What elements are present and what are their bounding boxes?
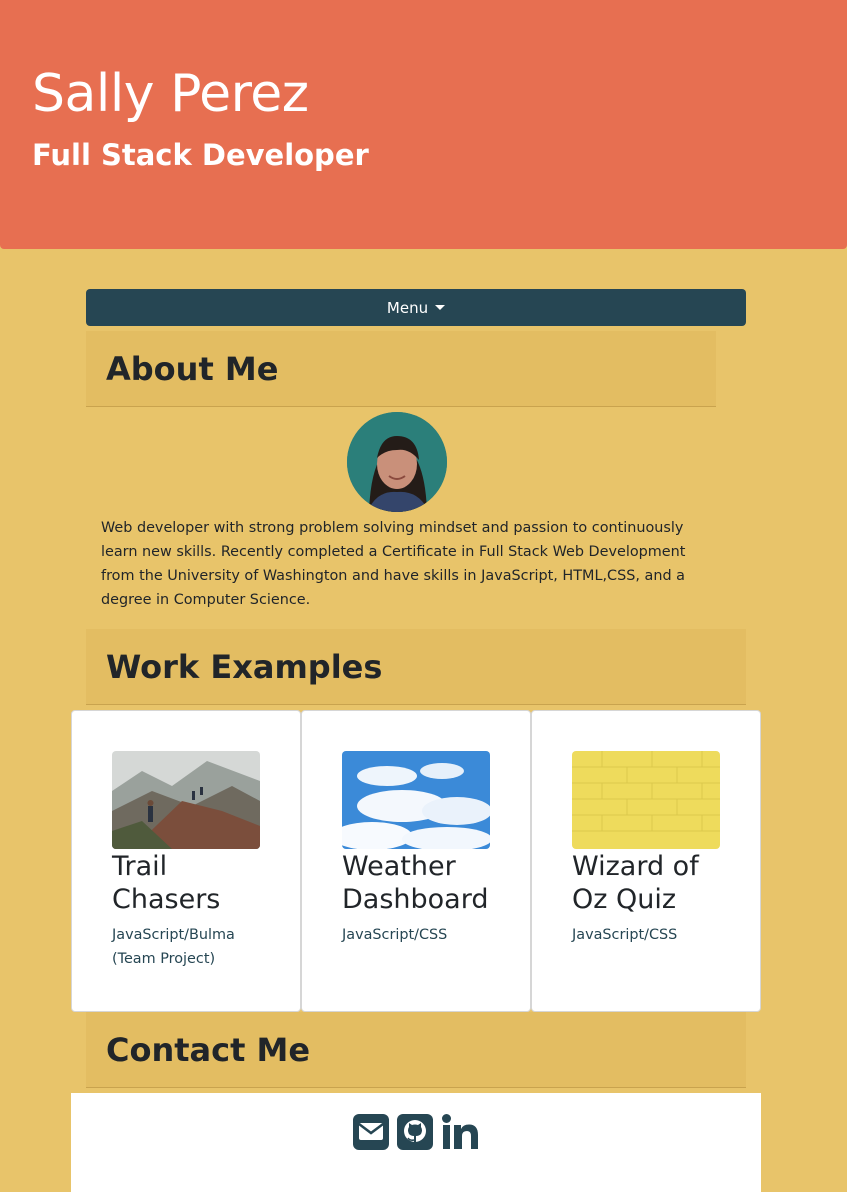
about-heading: About Me: [106, 349, 279, 388]
about-section-header: About Me: [86, 331, 716, 407]
github-icon[interactable]: [397, 1113, 433, 1151]
hero-header: Sally Perez Full Stack Developer: [0, 0, 847, 249]
contact-section-header: Contact Me: [86, 1012, 746, 1088]
work-section-header: Work Examples: [86, 629, 746, 705]
linkedin-icon[interactable]: [441, 1113, 479, 1151]
caret-down-icon: [435, 305, 446, 310]
avatar: [347, 412, 447, 512]
contact-heading: Contact Me: [106, 1030, 311, 1069]
hero-name: Sally Perez: [32, 64, 309, 124]
work-heading: Work Examples: [106, 647, 383, 686]
project-title: Weather Dashboard: [342, 851, 489, 915]
project-image-weather-dashboard: [342, 751, 490, 849]
about-bio: Web developer with strong problem solvin…: [101, 520, 686, 608]
menu-dropdown-button[interactable]: Menu: [86, 289, 746, 326]
project-card-weather-dashboard[interactable]: Weather Dashboard JavaScript/CSS: [301, 710, 531, 1012]
project-image-wizard-of-oz-quiz: [572, 751, 720, 849]
menu-label: Menu: [386, 298, 429, 317]
project-title: Trail Chasers: [112, 851, 221, 915]
project-tech: JavaScript/CSS: [342, 927, 448, 943]
contact-icons: [71, 1112, 761, 1152]
envelope-icon[interactable]: [353, 1113, 389, 1151]
project-tech: JavaScript/CSS: [572, 927, 678, 943]
project-card-wizard-of-oz-quiz[interactable]: Wizard of Oz Quiz JavaScript/CSS: [531, 710, 761, 1012]
contact-panel: [71, 1093, 761, 1192]
project-tech: JavaScript/Bulma (Team Project): [112, 927, 235, 967]
hero-role: Full Stack Developer: [32, 138, 369, 172]
project-title: Wizard of Oz Quiz: [572, 851, 699, 915]
project-card-trail-chasers[interactable]: Trail Chasers JavaScript/Bulma (Team Pro…: [71, 710, 301, 1012]
project-image-trail-chasers: [112, 751, 260, 849]
